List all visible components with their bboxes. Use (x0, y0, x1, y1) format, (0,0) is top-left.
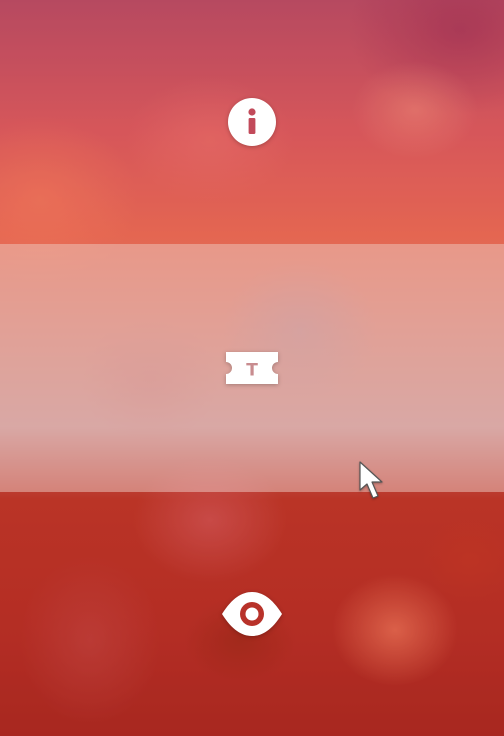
ticket-icon-letter: T (246, 361, 258, 381)
info-menu-option[interactable] (0, 0, 504, 244)
watch-menu-option[interactable] (0, 492, 504, 736)
menu-screen: T (0, 0, 504, 736)
tickets-menu-option[interactable]: T (0, 244, 504, 492)
ticket-icon: T (220, 336, 284, 400)
info-icon (220, 90, 284, 154)
eye-icon (220, 582, 284, 646)
